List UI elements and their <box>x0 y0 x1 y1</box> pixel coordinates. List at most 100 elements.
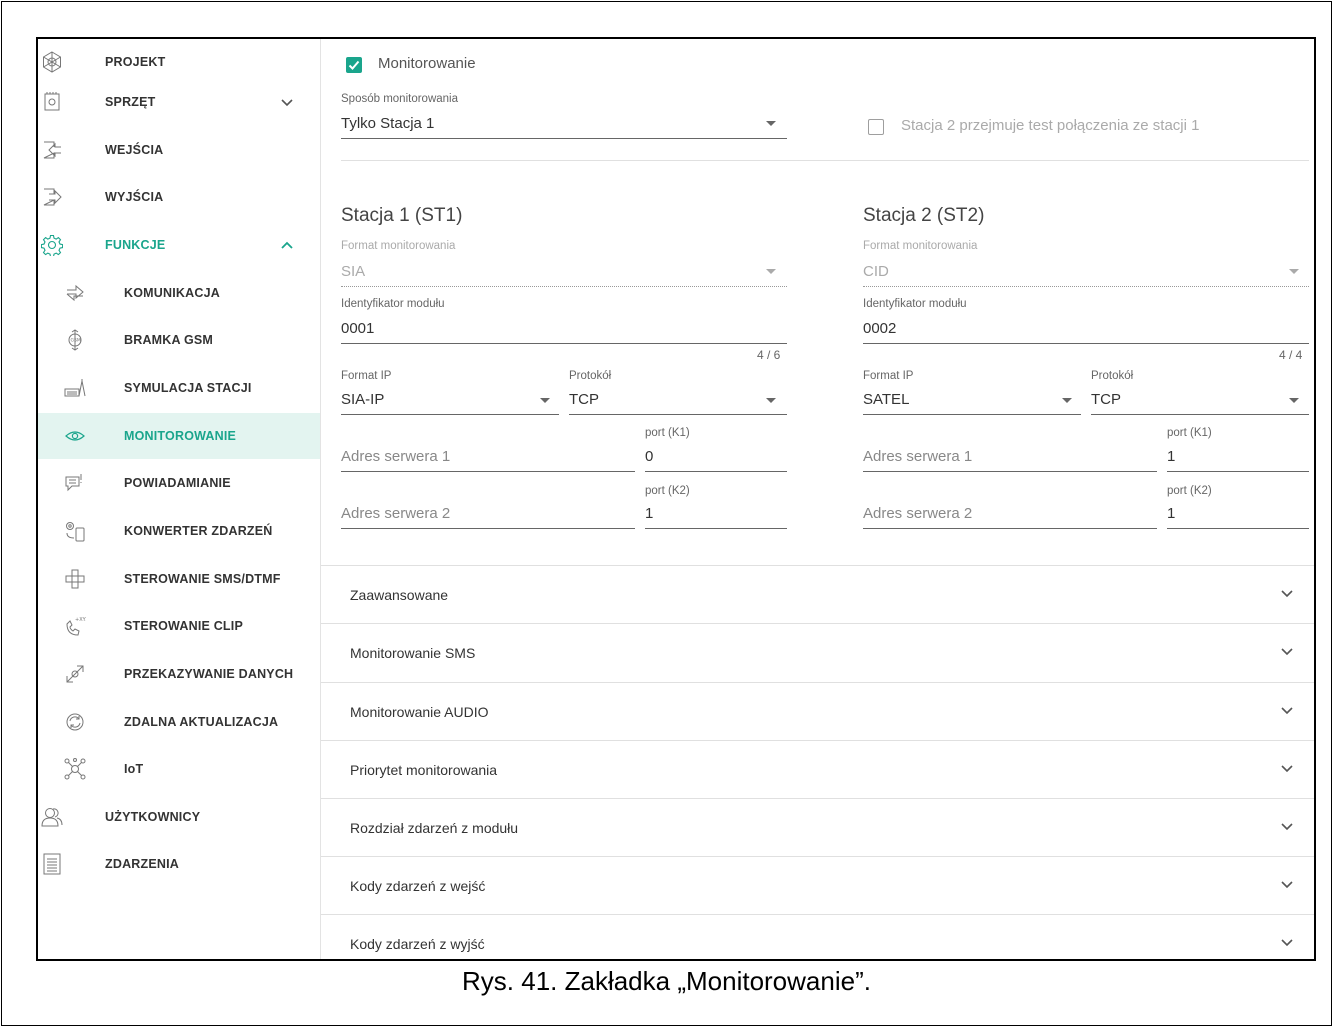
station2-id-input[interactable]: 0002 <box>863 320 896 337</box>
accordion-kody-zdarzen-wejsc[interactable]: Kody zdarzeń z wejść <box>321 856 1314 914</box>
dropdown-arrow-icon[interactable] <box>1289 398 1299 403</box>
station2-format-label: Format monitorowania <box>863 240 978 252</box>
sidebar-item-sterowanie-sms-dtmf[interactable]: STEROWANIE SMS/DTMF <box>38 556 320 602</box>
accordion-rozdzial-zdarzen[interactable]: Rozdział zdarzeń z modułu <box>321 798 1314 856</box>
sidebar-item-label: UŻYTKOWNICY <box>105 810 201 824</box>
chevron-down-icon[interactable] <box>280 95 294 109</box>
station2-ipformat-select[interactable]: SATEL <box>863 391 909 408</box>
station2-format-select[interactable]: CID <box>863 263 889 280</box>
station2-server2-underline <box>863 528 1157 529</box>
sidebar-item-sprzet[interactable]: SPRZĘT <box>38 79 320 125</box>
sidebar-item-label: WYJŚCIA <box>105 190 164 204</box>
dropdown-arrow-icon[interactable] <box>1062 398 1072 403</box>
sms-control-icon <box>64 568 86 590</box>
station1-port1-input[interactable]: 0 <box>645 448 653 465</box>
sidebar-item-konwerter-zdarzen[interactable]: KONWERTER ZDARZEŃ <box>38 508 320 554</box>
sidebar-item-zdarzenia[interactable]: ZDARZENIA <box>38 841 320 887</box>
communication-icon <box>64 282 86 304</box>
chevron-down-icon <box>1281 765 1293 773</box>
station2-server1-underline <box>863 471 1157 472</box>
station2-port2-underline <box>1167 528 1309 529</box>
station2-port1-input[interactable]: 1 <box>1167 448 1175 465</box>
station2-ipformat-label: Format IP <box>863 370 914 382</box>
sidebar-item-wyjscia[interactable]: WYJŚCIA <box>38 174 320 220</box>
sidebar-item-iot[interactable]: IoT <box>38 746 320 792</box>
sidebar-item-label: STEROWANIE SMS/DTMF <box>124 572 281 586</box>
station1-server1-input[interactable]: Adres serwera 1 <box>341 448 450 465</box>
chevron-up-icon[interactable] <box>280 238 294 252</box>
sidebar-item-label: BRAMKA GSM <box>124 333 214 347</box>
station2-title: Stacja 2 (ST2) <box>863 205 985 226</box>
station1-id-input[interactable]: 0001 <box>341 320 374 337</box>
station2-ipformat-underline <box>863 414 1081 415</box>
station1-port2-underline <box>645 528 787 529</box>
chevron-down-icon <box>1281 823 1293 831</box>
station1-id-label: Identyfikator modułu <box>341 298 445 310</box>
station1-format-select[interactable]: SIA <box>341 263 365 280</box>
sidebar-item-komunikacja[interactable]: KOMUNIKACJA <box>38 270 320 316</box>
sidebar: PROJEKT SPRZĘT WEJŚCIA WYJŚCIA FUNKCJE K… <box>38 39 321 959</box>
chevron-down-icon <box>1281 648 1293 656</box>
accordion-label: Priorytet monitorowania <box>350 762 498 778</box>
station1-ipformat-underline <box>341 414 559 415</box>
station1-port1-underline <box>645 471 787 472</box>
event-converter-icon <box>64 520 86 542</box>
sidebar-item-label: IoT <box>124 762 144 776</box>
accordion-monitorowanie-sms[interactable]: Monitorowanie SMS <box>321 623 1314 681</box>
dropdown-arrow-icon[interactable] <box>766 269 776 274</box>
station2-server1-input[interactable]: Adres serwera 1 <box>863 448 972 465</box>
gsm-gateway-icon: GSM <box>64 329 86 351</box>
accordion-monitorowanie-audio[interactable]: Monitorowanie AUDIO <box>321 682 1314 740</box>
project-icon <box>41 51 63 73</box>
station1-port2-input[interactable]: 1 <box>645 505 653 522</box>
station2-protocol-underline <box>1091 414 1309 415</box>
sidebar-item-label: SYMULACJA STACJI <box>124 381 252 395</box>
station1-server2-input[interactable]: Adres serwera 2 <box>341 505 450 522</box>
mode-select[interactable]: Tylko Stacja 1 <box>341 115 434 132</box>
station2-protocol-select[interactable]: TCP <box>1091 391 1121 408</box>
section-divider <box>341 160 1309 161</box>
station1-protocol-select[interactable]: TCP <box>569 391 599 408</box>
accordion-label: Monitorowanie AUDIO <box>350 704 489 720</box>
dropdown-arrow-icon[interactable] <box>1289 269 1299 274</box>
sidebar-item-powiadamianie[interactable]: POWIADAMIANIE <box>38 460 320 506</box>
svg-text:GSM: GSM <box>71 338 81 344</box>
monitoring-checkbox[interactable] <box>346 57 362 73</box>
takeover-checkbox[interactable] <box>868 119 884 135</box>
accordion-label: Monitorowanie SMS <box>350 645 476 661</box>
sidebar-item-symulacja-stacji[interactable]: SYMULACJA STACJI <box>38 365 320 411</box>
station1-server2-underline <box>341 528 635 529</box>
station2-server2-input[interactable]: Adres serwera 2 <box>863 505 972 522</box>
station1-server1-underline <box>341 471 635 472</box>
sidebar-item-uzytkownicy[interactable]: UŻYTKOWNICY <box>38 794 320 840</box>
station1-ipformat-select[interactable]: SIA-IP <box>341 391 384 408</box>
sidebar-item-label: SPRZĘT <box>105 95 156 109</box>
sidebar-item-bramka-gsm[interactable]: GSM BRAMKA GSM <box>38 317 320 363</box>
accordion-priorytet-monitorowania[interactable]: Priorytet monitorowania <box>321 740 1314 798</box>
iot-icon <box>64 758 86 780</box>
accordion-zaawansowane[interactable]: Zaawansowane <box>321 565 1314 623</box>
chevron-down-icon <box>1281 939 1293 947</box>
sidebar-item-label: POWIADAMIANIE <box>124 476 231 490</box>
sidebar-item-label: PROJEKT <box>105 55 166 69</box>
mode-select-underline <box>341 138 787 139</box>
accordion-kody-zdarzen-wyjsc[interactable]: Kody zdarzeń z wyjść <box>321 914 1314 959</box>
accordion-label: Kody zdarzeń z wejść <box>350 878 486 894</box>
sidebar-item-wejscia[interactable]: WEJŚCIA <box>38 127 320 173</box>
dropdown-arrow-icon[interactable] <box>766 398 776 403</box>
hardware-icon <box>41 91 63 113</box>
users-icon <box>41 806 63 828</box>
sidebar-item-monitorowanie[interactable]: MONITOROWANIE <box>38 413 320 459</box>
sidebar-item-label: MONITOROWANIE <box>124 429 237 443</box>
station1-port1-label: port (K1) <box>645 427 690 439</box>
sidebar-item-przekazywanie-danych[interactable]: PRZEKAZYWANIE DANYCH <box>38 651 320 697</box>
station2-port2-input[interactable]: 1 <box>1167 505 1175 522</box>
sidebar-item-zdalna-aktualizacja[interactable]: ZDALNA AKTUALIZACJA <box>38 699 320 745</box>
sidebar-item-sterowanie-clip[interactable]: +XYZ STEROWANIE CLIP <box>38 603 320 649</box>
dropdown-arrow-icon[interactable] <box>540 398 550 403</box>
station-simulation-icon <box>64 377 86 399</box>
station1-format-underline <box>341 286 787 287</box>
sidebar-item-funkcje[interactable]: FUNKCJE <box>38 222 320 268</box>
dropdown-arrow-icon[interactable] <box>766 121 776 126</box>
svg-text:+XYZ: +XYZ <box>75 617 86 623</box>
